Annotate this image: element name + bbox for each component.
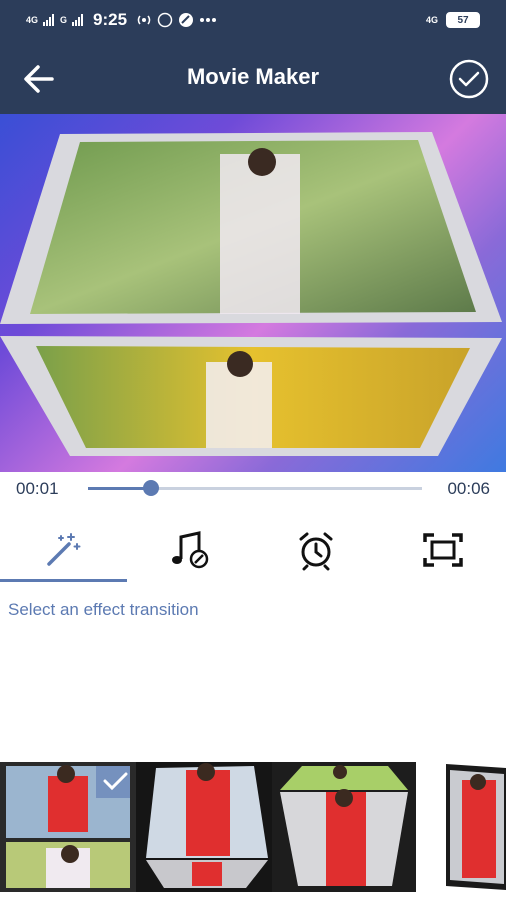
effect-thumbnail-2[interactable]	[136, 762, 272, 892]
effect-thumbnail-3[interactable]	[272, 762, 416, 892]
top-photo-person	[220, 154, 300, 314]
seek-bar[interactable]	[88, 480, 422, 496]
signal-icon-2	[72, 14, 84, 26]
alarm-clock-icon	[299, 532, 333, 571]
playback-scrubber: 00:01 00:06	[0, 472, 506, 506]
video-preview[interactable]	[0, 114, 506, 472]
whatsapp-icon	[157, 12, 173, 28]
current-time: 00:01	[16, 479, 59, 498]
effect-thumbnail-4[interactable]	[416, 762, 506, 892]
status-bar: 4G G 9:25 4G 57	[0, 0, 506, 40]
signal-4g-label: 4G	[26, 14, 39, 25]
done-check-icon[interactable]	[448, 58, 490, 100]
magic-wand-icon	[47, 533, 81, 566]
music-note-icon	[171, 531, 208, 569]
status-left: 4G G 9:25	[26, 10, 217, 30]
effect-hint-text: Select an effect transition	[8, 600, 199, 619]
hotspot-icon	[137, 15, 151, 25]
effect-thumbnail-strip[interactable]	[0, 762, 506, 892]
frame-icon	[423, 533, 463, 567]
signal-4g-right-label: 4G	[425, 14, 438, 25]
seek-bar-thumb[interactable]	[143, 480, 160, 496]
selected-check-icon	[103, 772, 128, 791]
tool-tabs	[0, 518, 506, 582]
tab-effect-transition[interactable]	[0, 518, 127, 582]
tab-duration[interactable]	[253, 518, 380, 582]
effect-thumbnail-2-image	[136, 762, 272, 892]
seek-bar-progress	[88, 487, 152, 490]
bottom-photo-head	[227, 351, 253, 377]
app-icon	[179, 13, 194, 27]
app-bar: Movie Maker	[0, 40, 506, 114]
back-arrow-icon[interactable]	[18, 58, 60, 100]
signal-g-label: G	[60, 14, 68, 25]
tab-music[interactable]	[127, 518, 254, 582]
signal-icon	[43, 14, 55, 26]
battery-icon: 57	[446, 12, 480, 28]
top-photo-head	[248, 148, 276, 176]
cube-transition-preview	[0, 132, 502, 456]
status-time: 9:25	[93, 10, 128, 29]
effect-thumbnail-4-image	[416, 762, 506, 892]
tab-frame[interactable]	[380, 518, 506, 582]
page-title: Movie Maker	[186, 64, 320, 89]
total-time: 00:06	[447, 479, 490, 498]
effect-thumbnail-1-selected[interactable]	[0, 762, 136, 892]
status-right: 4G 57	[426, 12, 480, 28]
effect-thumbnail-3-image	[272, 762, 416, 892]
more-notifications-icon	[200, 18, 217, 22]
